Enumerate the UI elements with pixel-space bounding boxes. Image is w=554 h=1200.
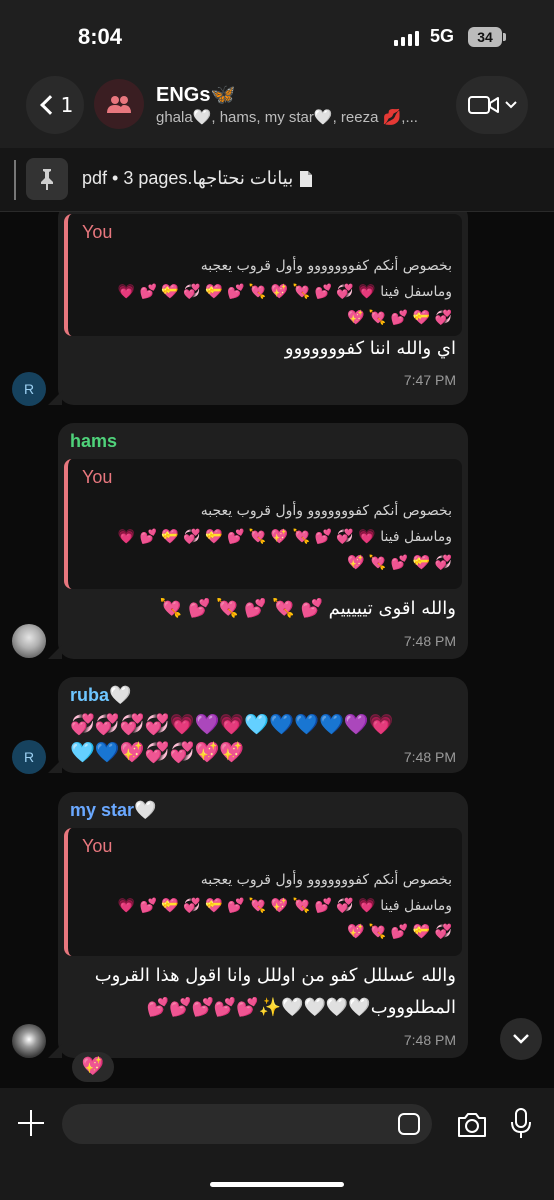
- reaction-badge[interactable]: 💖: [72, 1052, 114, 1082]
- message-time: 7:48 PM: [403, 1032, 456, 1048]
- battery-tip: [503, 33, 506, 41]
- home-indicator[interactable]: [210, 1182, 344, 1187]
- quote-author: You: [82, 836, 113, 856]
- group-avatar[interactable]: [94, 79, 144, 129]
- avatar[interactable]: [12, 624, 46, 658]
- message-time: 7:47 PM: [403, 372, 456, 388]
- sticker-icon[interactable]: [398, 1113, 420, 1135]
- sender-name[interactable]: ruba🤍: [70, 685, 131, 706]
- camera-icon[interactable]: [456, 1112, 488, 1138]
- message-text: والله اقوى تيييييم 💕 💘 💕 💘 💕 💘: [159, 598, 456, 619]
- group-icon: [107, 96, 131, 113]
- message-list[interactable]: You بخصوص أنكم كفووووووو وأول قروب يعجبه…: [0, 212, 554, 1088]
- video-camera-icon: [468, 96, 499, 114]
- back-button[interactable]: 1: [26, 76, 84, 134]
- network-label: 5G: [430, 26, 455, 46]
- video-call-button[interactable]: [456, 76, 528, 134]
- message-time: 7:48 PM: [403, 749, 456, 765]
- bubble-tail: [48, 391, 62, 405]
- message-text: والله عسللل كفو من اوللل وانا اقول هذا ا…: [94, 965, 456, 986]
- chat-subtitle[interactable]: ghala🤍, hams, my star🤍, reeza 💋,...: [156, 108, 446, 126]
- avatar[interactable]: R: [12, 740, 46, 774]
- sender-name[interactable]: hams: [70, 431, 117, 452]
- message-time: 7:48 PM: [403, 633, 456, 649]
- quoted-message[interactable]: You بخصوص أنكم كفووووووو وأول قروب يعجبه…: [64, 828, 462, 956]
- document-icon: [300, 170, 313, 187]
- message-bubble[interactable]: ruba🤍 💞💞💞💞💗💜💗🩵💙💙💙💜💗 🩵💙💖💞💞💖💖 7:48 PM: [58, 677, 468, 773]
- avatar[interactable]: [12, 1024, 46, 1058]
- message-text: المطلوووب🤍🤍🤍🤍✨💕💕💕💕💕: [146, 997, 456, 1018]
- message-bubble[interactable]: hams You بخصوص أنكم كفووووووو وأول قروب …: [58, 423, 468, 659]
- quote-text: بخصوص أنكم كفووووووو وأول قروب يعجبه وما…: [117, 872, 452, 940]
- quote-text: بخصوص أنكم كفووووووو وأول قروب يعجبه وما…: [117, 503, 452, 571]
- quote-text: بخصوص أنكم كفووووووو وأول قروب يعجبه وما…: [117, 258, 452, 326]
- chat-header: 1 ENGs🦋 ghala🤍, hams, my star🤍, reeza 💋,…: [0, 72, 554, 148]
- status-time: 8:04: [78, 24, 123, 49]
- chevron-down-icon: [505, 101, 517, 109]
- quote-author: You: [82, 467, 113, 487]
- chat-title[interactable]: ENGs🦋: [156, 82, 235, 107]
- pin-icon: [26, 158, 68, 200]
- plus-icon[interactable]: [16, 1108, 46, 1138]
- microphone-icon[interactable]: [510, 1108, 532, 1140]
- pin-indicator: [14, 160, 16, 200]
- message-bubble[interactable]: my star🤍 You بخصوص أنكم كفووووووو وأول ق…: [58, 792, 468, 1058]
- sender-name[interactable]: my star🤍: [70, 800, 156, 821]
- message-bubble[interactable]: You بخصوص أنكم كفووووووو وأول قروب يعجبه…: [58, 212, 468, 405]
- quoted-message[interactable]: You بخصوص أنكم كفووووووو وأول قروب يعجبه…: [64, 459, 462, 589]
- message-text: اي والله اننا كفووووووو: [284, 338, 456, 359]
- message-emoji-line: 💞💞💞💞💗💜💗🩵💙💙💙💜💗: [70, 712, 394, 736]
- chevron-left-icon: [39, 95, 60, 115]
- scroll-to-bottom-button[interactable]: [500, 1018, 542, 1060]
- quoted-message[interactable]: You بخصوص أنكم كفووووووو وأول قروب يعجبه…: [64, 214, 462, 336]
- battery-icon: 34: [468, 27, 502, 47]
- pinned-message-bar[interactable]: pdf • 3 pages.بيانات نحتاجها: [0, 148, 554, 212]
- quote-author: You: [82, 222, 113, 242]
- pinned-text: pdf • 3 pages.بيانات نحتاجها: [82, 168, 294, 188]
- pinned-text-row: pdf • 3 pages.بيانات نحتاجها: [82, 168, 313, 189]
- signal-icon: [394, 30, 419, 46]
- avatar[interactable]: R: [12, 372, 46, 406]
- unread-count: 1: [60, 93, 74, 117]
- chevron-down-icon: [513, 1034, 529, 1044]
- composer-bar: [0, 1088, 554, 1200]
- message-emoji-line: 🩵💙💖💞💞💖💖: [70, 740, 245, 764]
- message-input[interactable]: [62, 1104, 432, 1144]
- status-bar: 8:04 5G 34: [0, 0, 554, 72]
